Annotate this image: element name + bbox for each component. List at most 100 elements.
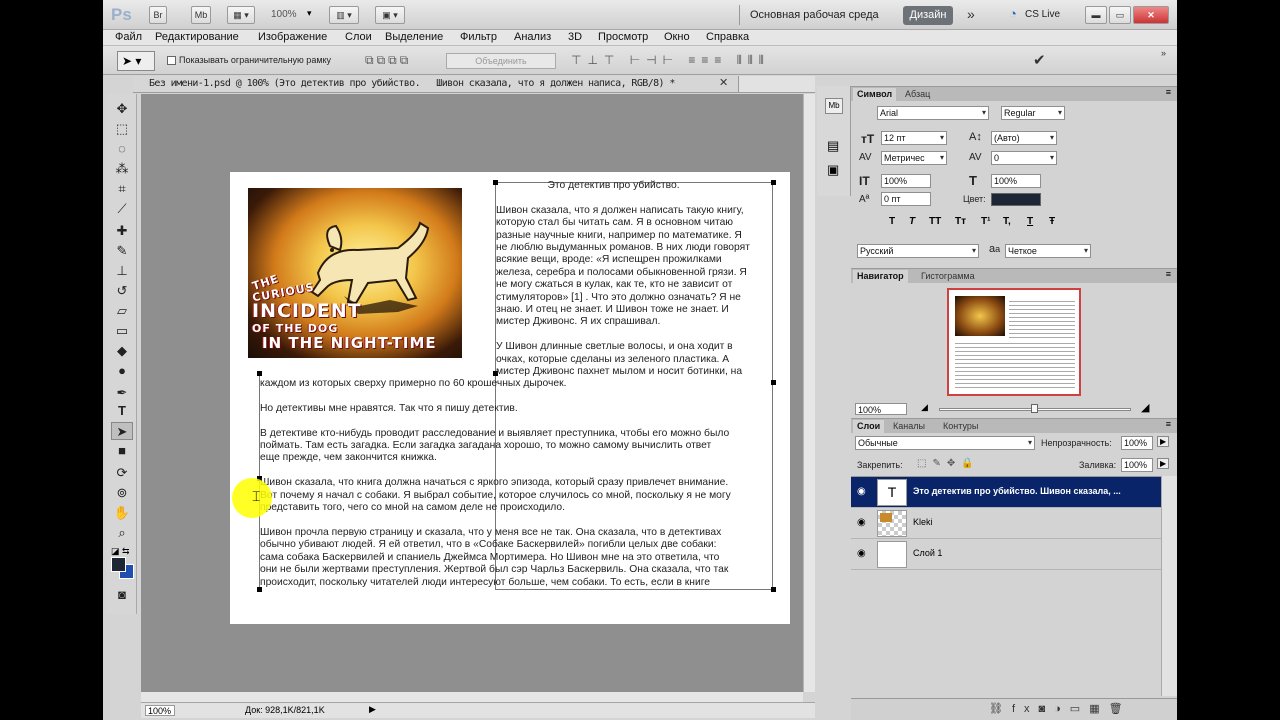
- chevron-down-icon[interactable]: ▾: [307, 8, 312, 19]
- horizontal-scale-field[interactable]: 100%: [991, 174, 1041, 188]
- dodge-tool-icon[interactable]: ●: [111, 362, 133, 380]
- bridge-button[interactable]: Br: [149, 6, 167, 24]
- tab-character[interactable]: Символ: [853, 88, 897, 102]
- antialias-select[interactable]: Четкое: [1005, 244, 1091, 258]
- menu-select[interactable]: Выделение: [385, 31, 443, 43]
- opacity-field[interactable]: 100%: [1121, 436, 1153, 450]
- combine-button[interactable]: Объединить: [446, 53, 556, 69]
- status-arrow-icon[interactable]: ▶: [369, 704, 376, 715]
- layer-row-background[interactable]: ◉ Слой 1: [851, 539, 1177, 570]
- panel-menu-icon[interactable]: ≡: [1166, 87, 1171, 97]
- fill-field[interactable]: 100%: [1121, 458, 1153, 472]
- healing-tool-icon[interactable]: ✚: [111, 222, 133, 240]
- gradient-tool-icon[interactable]: ▭: [111, 322, 133, 340]
- font-family-select[interactable]: Arial: [877, 106, 989, 120]
- view-extras-button[interactable]: ▦ ▾: [227, 6, 255, 24]
- more-workspaces-icon[interactable]: »: [967, 6, 975, 22]
- pen-tool-icon[interactable]: ✒: [111, 384, 133, 402]
- menu-layers[interactable]: Слои: [345, 31, 372, 43]
- vertical-scale-field[interactable]: 100%: [881, 174, 931, 188]
- history-brush-icon[interactable]: ↺: [111, 282, 133, 300]
- vertical-scrollbar[interactable]: [803, 94, 815, 692]
- menu-help[interactable]: Справка: [706, 31, 749, 43]
- stamp-tool-icon[interactable]: ⊥: [111, 262, 133, 280]
- text-color-swatch[interactable]: [991, 193, 1041, 206]
- tab-histogram[interactable]: Гистограмма: [917, 270, 979, 284]
- font-size-field[interactable]: 12 пт: [881, 131, 947, 145]
- layer-row-kleki[interactable]: ◉ Kleki: [851, 508, 1177, 539]
- actions-panel-icon[interactable]: ▣: [827, 162, 839, 178]
- visibility-eye-icon[interactable]: ◉: [857, 517, 866, 528]
- eyedropper-tool-icon[interactable]: ⟋: [111, 200, 133, 218]
- minimize-button[interactable]: ▬: [1085, 6, 1107, 24]
- zoom-tool-icon[interactable]: ⌕: [111, 524, 133, 542]
- layer-actions-icons[interactable]: ⛓fx◙◑▭▦🗑: [989, 702, 1132, 715]
- design-workspace-button[interactable]: Дизайн: [903, 6, 953, 25]
- opacity-arrow-icon[interactable]: ▶: [1157, 436, 1170, 447]
- align-icons[interactable]: ⧉⧉⧉⧉: [365, 53, 411, 68]
- path-select-tool-icon[interactable]: ➤: [111, 422, 133, 440]
- superscript-button[interactable]: T¹: [981, 216, 990, 227]
- crop-tool-icon[interactable]: ⌗: [111, 180, 133, 198]
- transform-handle[interactable]: [257, 371, 262, 376]
- close-tab-icon[interactable]: ✕: [719, 76, 728, 89]
- zoom-level[interactable]: 100%: [271, 9, 297, 20]
- menu-view[interactable]: Просмотр: [598, 31, 648, 43]
- move-tool-preset[interactable]: ➤ ▾: [117, 51, 155, 71]
- shape-tool-icon[interactable]: ■: [111, 442, 133, 460]
- lock-icons[interactable]: ⬚✎✥🔒: [917, 458, 980, 469]
- faux-italic-button[interactable]: T: [909, 216, 915, 227]
- fill-arrow-icon[interactable]: ▶: [1157, 458, 1170, 469]
- arrange-docs-button[interactable]: ▥ ▾: [329, 6, 359, 24]
- subscript-button[interactable]: T,: [1003, 216, 1011, 227]
- foreground-color-swatch[interactable]: [111, 557, 126, 572]
- menu-edit[interactable]: Редактирование: [155, 31, 239, 43]
- 3d-orbit-tool-icon[interactable]: ⊚: [111, 484, 133, 502]
- align-left-icons[interactable]: ⊤⊥⊤ ⊢⊣⊢ ≡≡≡ ⫴⫴⫴: [571, 53, 770, 68]
- commit-icon[interactable]: ✔: [1033, 51, 1046, 69]
- small-caps-button[interactable]: Tт: [955, 216, 966, 227]
- move-tool-icon[interactable]: ✥: [111, 100, 133, 118]
- menu-3d[interactable]: 3D: [568, 31, 582, 43]
- minibridge-panel-icon[interactable]: Mb: [825, 98, 843, 114]
- navigator-zoom-field[interactable]: 100%: [855, 403, 907, 415]
- 3d-rotate-tool-icon[interactable]: ⟳: [111, 464, 133, 482]
- tab-layers[interactable]: Слои: [853, 420, 885, 434]
- layers-scrollbar[interactable]: [1161, 476, 1177, 696]
- underline-button[interactable]: T: [1027, 216, 1033, 227]
- blur-tool-icon[interactable]: ◆: [111, 342, 133, 360]
- language-select[interactable]: Русский: [857, 244, 979, 258]
- zoom-slider-thumb[interactable]: [1031, 404, 1038, 413]
- close-button[interactable]: ✕: [1133, 6, 1169, 24]
- marquee-tool-icon[interactable]: ⬚: [111, 120, 133, 138]
- panel-menu-icon[interactable]: ≡: [1166, 419, 1171, 429]
- horizontal-scrollbar[interactable]: [141, 692, 803, 702]
- navigator-preview[interactable]: [947, 288, 1081, 396]
- brush-tool-icon[interactable]: ✎: [111, 242, 133, 260]
- collapse-panels-icon[interactable]: »: [1161, 48, 1166, 58]
- show-bounding-box-checkbox[interactable]: [167, 56, 176, 65]
- history-panel-icon[interactable]: ▤: [827, 138, 839, 154]
- menu-window[interactable]: Окно: [664, 31, 690, 43]
- zoom-out-icon[interactable]: ◢: [921, 402, 928, 413]
- kerning-field[interactable]: Метричес: [881, 151, 947, 165]
- hand-tool-icon[interactable]: ✋: [111, 504, 133, 522]
- tab-paths[interactable]: Контуры: [939, 420, 982, 434]
- strikethrough-button[interactable]: Ŧ: [1049, 216, 1055, 227]
- menu-filter[interactable]: Фильтр: [460, 31, 497, 43]
- tab-paragraph[interactable]: Абзац: [901, 88, 934, 102]
- tab-navigator[interactable]: Навигатор: [853, 270, 908, 284]
- minibridge-button[interactable]: Mb: [191, 6, 211, 24]
- screen-mode-button[interactable]: ▣ ▾: [375, 6, 405, 24]
- leading-field[interactable]: (Авто): [991, 131, 1057, 145]
- visibility-eye-icon[interactable]: ◉: [857, 548, 866, 559]
- all-caps-button[interactable]: TT: [929, 216, 941, 227]
- default-colors-icon[interactable]: ◪ ⇆: [111, 546, 130, 557]
- menu-image[interactable]: Изображение: [258, 31, 327, 43]
- layer-row-text[interactable]: ◉ T Это детектив про убийство. Шивон ска…: [851, 477, 1177, 508]
- status-zoom[interactable]: 100%: [145, 705, 175, 716]
- panel-menu-icon[interactable]: ≡: [1166, 269, 1171, 279]
- zoom-in-icon[interactable]: ◢: [1141, 401, 1149, 414]
- menu-file[interactable]: Файл: [115, 31, 142, 43]
- menu-analysis[interactable]: Анализ: [514, 31, 551, 43]
